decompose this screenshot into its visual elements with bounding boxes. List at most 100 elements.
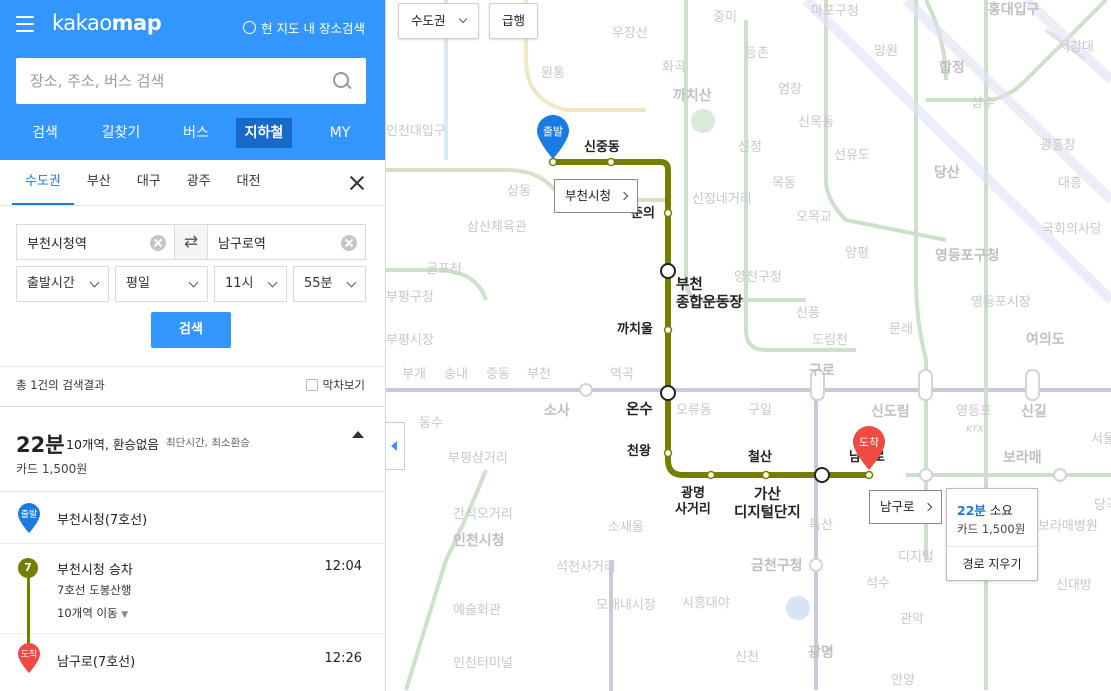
bg-station: 화곡 bbox=[662, 60, 686, 75]
end-map-pin-icon[interactable]: 도착 bbox=[851, 425, 887, 475]
tab-busan[interactable]: 부산 bbox=[74, 160, 124, 205]
region-select[interactable]: 수도권 bbox=[398, 3, 479, 39]
result-time: 22분 bbox=[16, 433, 65, 457]
bg-station: 중동 bbox=[486, 367, 510, 382]
bg-station: 신천 bbox=[735, 650, 759, 665]
route-station-label[interactable]: 온수 bbox=[626, 401, 653, 419]
tab-capital-area[interactable]: 수도권 bbox=[12, 160, 74, 205]
bg-station: 부평구청 bbox=[386, 290, 434, 305]
nav-directions[interactable]: 길찾기 bbox=[84, 118, 158, 148]
clear-origin-icon[interactable] bbox=[150, 235, 166, 251]
radio-icon bbox=[243, 21, 257, 34]
svg-text:도착: 도착 bbox=[859, 436, 879, 449]
bg-station: 서강대 bbox=[1058, 40, 1094, 55]
bg-station: 소사 bbox=[544, 403, 570, 419]
clear-route-button[interactable]: 경로 지우기 bbox=[947, 546, 1037, 581]
bg-station: 홍대입구 bbox=[988, 2, 1040, 18]
result-subtitle: 최단시간, 최소환승 bbox=[166, 437, 250, 449]
bg-station: 보라매 bbox=[1003, 450, 1042, 466]
close-icon[interactable] bbox=[349, 175, 365, 191]
route-station-label[interactable]: 신중동 bbox=[584, 140, 620, 156]
bg-station: 영등포시장 bbox=[971, 295, 1031, 310]
route-station-label[interactable]: 까치울 bbox=[617, 322, 653, 338]
step-end: 도착 남구로(7호선) 12:26 bbox=[0, 634, 385, 691]
clear-destination-icon[interactable] bbox=[341, 235, 357, 251]
bg-station: 문래 bbox=[889, 322, 913, 337]
destination-field[interactable] bbox=[218, 234, 328, 250]
search-button[interactable]: 검색 bbox=[151, 312, 231, 348]
bg-station: 신대방 bbox=[1056, 578, 1092, 593]
tab-daejeon[interactable]: 대전 bbox=[224, 160, 274, 205]
app-logo[interactable]: kakaomap bbox=[52, 11, 162, 35]
collapse-icon[interactable] bbox=[352, 431, 364, 438]
swap-icon[interactable]: ⇄ bbox=[174, 225, 208, 259]
nearby-search-toggle[interactable]: 현 지도 내 장소검색 bbox=[243, 18, 365, 37]
tab-gwangju[interactable]: 광주 bbox=[174, 160, 224, 205]
bg-station: 당곡 bbox=[1094, 498, 1111, 513]
bg-station: 광명 bbox=[808, 645, 834, 661]
start-map-pin-icon[interactable]: 출발 bbox=[535, 114, 571, 164]
start-station-callout[interactable]: 부천시청 bbox=[554, 179, 639, 213]
express-button[interactable]: 급행 bbox=[489, 3, 539, 39]
route-station-label[interactable]: 철산 bbox=[748, 450, 772, 466]
day-select[interactable]: 평일 bbox=[115, 266, 208, 302]
end-station-callout[interactable]: 남구로 bbox=[869, 490, 942, 524]
bg-station: 간석오거리 bbox=[453, 507, 513, 522]
route-station-label[interactable]: 광명 사거리 bbox=[675, 486, 711, 519]
search-icon[interactable] bbox=[332, 71, 352, 91]
bg-station: 보라매병원 bbox=[1038, 519, 1098, 534]
route-info-box: 22분 소요 카드 1,500원 경로 지우기 bbox=[946, 488, 1038, 581]
stops-expand[interactable]: 10개역 이동 ▼ bbox=[57, 605, 128, 621]
result-card[interactable]: 22분 10개역, 환승없음 최단시간, 최소환승 카드 1,500원 bbox=[0, 406, 385, 492]
panel-header: kakaomap 현 지도 내 장소검색 검색 길찾기 버스 지하철 MY bbox=[0, 0, 385, 160]
bg-station: 서울대 bbox=[1091, 432, 1111, 447]
subway-map[interactable]: 우장산 화곡 까치산 등촌 염창 신목동 신정 목동 오목교 신정네거리 선유도… bbox=[386, 0, 1111, 691]
bg-station: 시흥대야 bbox=[682, 596, 730, 611]
menu-icon[interactable] bbox=[16, 16, 34, 32]
bg-station: 소새울 bbox=[608, 520, 644, 535]
bg-station: 구일 bbox=[748, 403, 772, 418]
svg-text:도착: 도착 bbox=[21, 649, 38, 660]
nav-search[interactable]: 검색 bbox=[16, 118, 74, 148]
search-input[interactable] bbox=[30, 72, 332, 90]
bg-station: 당산 bbox=[934, 165, 960, 181]
bg-station: 마포구청 bbox=[811, 4, 859, 19]
bg-station: 신도림 bbox=[871, 404, 910, 420]
checkbox-icon bbox=[305, 379, 318, 391]
end-station: 남구로(7호선) bbox=[57, 655, 136, 670]
line-7-icon: 7 bbox=[18, 558, 38, 578]
route-station-label[interactable]: 부천 종합운동장 bbox=[676, 276, 743, 312]
bg-station: 국회의사당 bbox=[1042, 222, 1102, 237]
bg-station: 우장산 bbox=[612, 26, 648, 41]
panel-toggle[interactable] bbox=[386, 422, 405, 470]
tab-daegu[interactable]: 대구 bbox=[124, 160, 174, 205]
bg-station: 역곡 bbox=[610, 367, 634, 382]
result-description: 10개역, 환승없음 bbox=[66, 437, 159, 452]
bg-station: 영등포구청 bbox=[935, 248, 1000, 264]
bg-station: 선유도 bbox=[834, 148, 870, 163]
nav-bus[interactable]: 버스 bbox=[168, 118, 224, 148]
bg-station: 굴포천 bbox=[426, 262, 462, 277]
result-count: 총 1건의 검색결과 bbox=[16, 378, 105, 392]
bg-station: 신길 bbox=[1021, 404, 1047, 420]
nav-my[interactable]: MY bbox=[318, 118, 362, 148]
chevron-right-icon bbox=[619, 191, 629, 201]
time-type-select[interactable]: 출발시간 bbox=[16, 266, 109, 302]
step-board: 부천시청 승차 12:04 7호선 도봉산행 10개역 이동 ▼ bbox=[0, 544, 385, 634]
last-train-checkbox[interactable]: 막차보기 bbox=[305, 377, 365, 393]
bg-station: 목동 bbox=[772, 176, 796, 191]
bg-station: 까치산 bbox=[673, 88, 712, 104]
minute-select[interactable]: 55분 bbox=[293, 266, 366, 302]
bg-station: 신정네거리 bbox=[692, 192, 752, 207]
svg-text:출발: 출발 bbox=[543, 125, 563, 138]
route-station-label[interactable]: 가산 디지털단지 bbox=[734, 486, 801, 522]
bg-station: 부평시장 bbox=[386, 333, 434, 348]
hour-select[interactable]: 11시 bbox=[214, 266, 287, 302]
board-station: 부천시청 승차 bbox=[57, 563, 133, 578]
bg-station: 도림천 bbox=[812, 333, 848, 348]
subway-lines bbox=[386, 0, 1111, 691]
nav-subway[interactable]: 지하철 bbox=[236, 118, 292, 148]
origin-field[interactable] bbox=[27, 234, 137, 250]
route-station-label[interactable]: 천왕 bbox=[627, 444, 651, 460]
bg-station: 부개 bbox=[402, 367, 426, 382]
